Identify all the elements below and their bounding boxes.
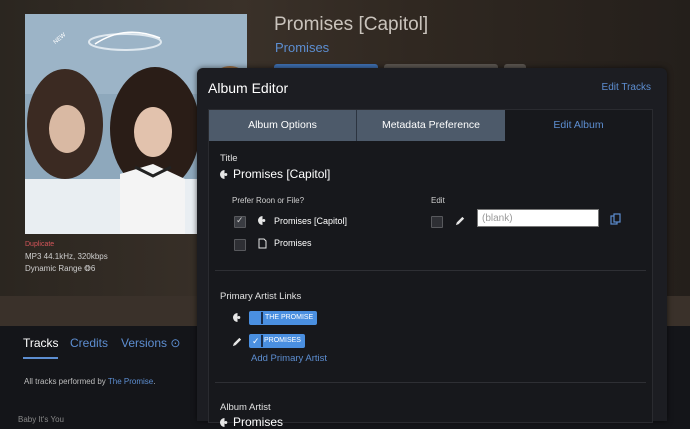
album-artist-value: Promises — [233, 415, 284, 429]
roon-logo-icon — [220, 418, 228, 427]
copy-icon[interactable] — [610, 213, 621, 225]
edit-title-checkbox[interactable] — [431, 216, 443, 228]
check-icon: ✓ — [252, 336, 260, 346]
tab-edit-album[interactable]: Edit Album — [505, 110, 652, 141]
edit-artist-chip-label: PROMISES — [264, 337, 301, 344]
performed-by-line: All tracks performed by The Promise. — [24, 377, 155, 386]
album-title: Promises [Capitol] — [274, 14, 429, 35]
prefer-roon-checkbox[interactable]: ✓ — [234, 215, 246, 228]
album-editor-dialog: Album Editor Edit Tracks Album Options M… — [197, 68, 667, 429]
duplicate-status: Duplicate — [25, 241, 55, 248]
tab-album-options[interactable]: Album Options — [209, 110, 357, 141]
roon-logo-icon — [220, 170, 228, 179]
add-primary-artist-link[interactable]: Add Primary Artist — [251, 353, 327, 364]
roon-artist-chip-label: THE PROMISE — [265, 314, 314, 321]
tab-versions[interactable]: Versions ⊙ — [121, 336, 180, 350]
title-current-value: Promises [Capitol] — [233, 167, 331, 181]
pencil-icon — [232, 337, 242, 347]
check-icon: ✓ — [236, 215, 244, 225]
roon-artist-chip[interactable]: THE PROMISE — [249, 311, 318, 325]
album-artist-label: Album Artist — [220, 402, 271, 413]
section-divider — [215, 270, 646, 271]
tab-metadata-preference[interactable]: Metadata Preference — [357, 110, 505, 141]
title-edit-input[interactable]: (blank) — [477, 209, 599, 227]
roon-title-option: Promises [Capitol] — [274, 216, 348, 226]
prefer-roon-or-file-label: Prefer Roon or File? — [232, 196, 305, 205]
performed-suffix: . — [153, 377, 156, 386]
prefer-file-checkbox[interactable] — [234, 239, 246, 251]
active-tab-underline — [23, 357, 58, 359]
pencil-icon — [455, 216, 465, 226]
file-format: MP3 44.1kHz, 320kbps — [25, 252, 108, 261]
chip-divider — [261, 312, 263, 324]
roon-logo-icon — [258, 216, 266, 225]
primary-artist-links-label: Primary Artist Links — [220, 291, 302, 302]
title-section-label: Title — [220, 153, 238, 164]
section-divider — [215, 382, 646, 383]
tab-tracks[interactable]: Tracks — [23, 336, 59, 350]
file-icon — [258, 238, 267, 249]
tab-credits[interactable]: Credits — [70, 336, 108, 350]
edit-tracks-link[interactable]: Edit Tracks — [602, 82, 651, 93]
track-row-peek[interactable]: Baby It's You — [18, 415, 64, 424]
dialog-title: Album Editor — [208, 80, 289, 96]
performed-prefix: All tracks performed by — [24, 377, 108, 386]
editor-panel: Album Options Metadata Preference Edit A… — [208, 109, 653, 429]
chip-divider — [261, 335, 263, 347]
edit-column-label: Edit — [431, 196, 445, 205]
performer-link[interactable]: The Promise — [108, 377, 153, 386]
edit-artist-chip[interactable]: ✓ PROMISES — [249, 334, 305, 348]
album-artist-link[interactable]: Promises — [275, 40, 329, 55]
file-title-option: Promises — [274, 238, 312, 248]
roon-logo-icon — [233, 313, 241, 322]
dynamic-range: Dynamic Range ❂6 — [25, 264, 96, 273]
